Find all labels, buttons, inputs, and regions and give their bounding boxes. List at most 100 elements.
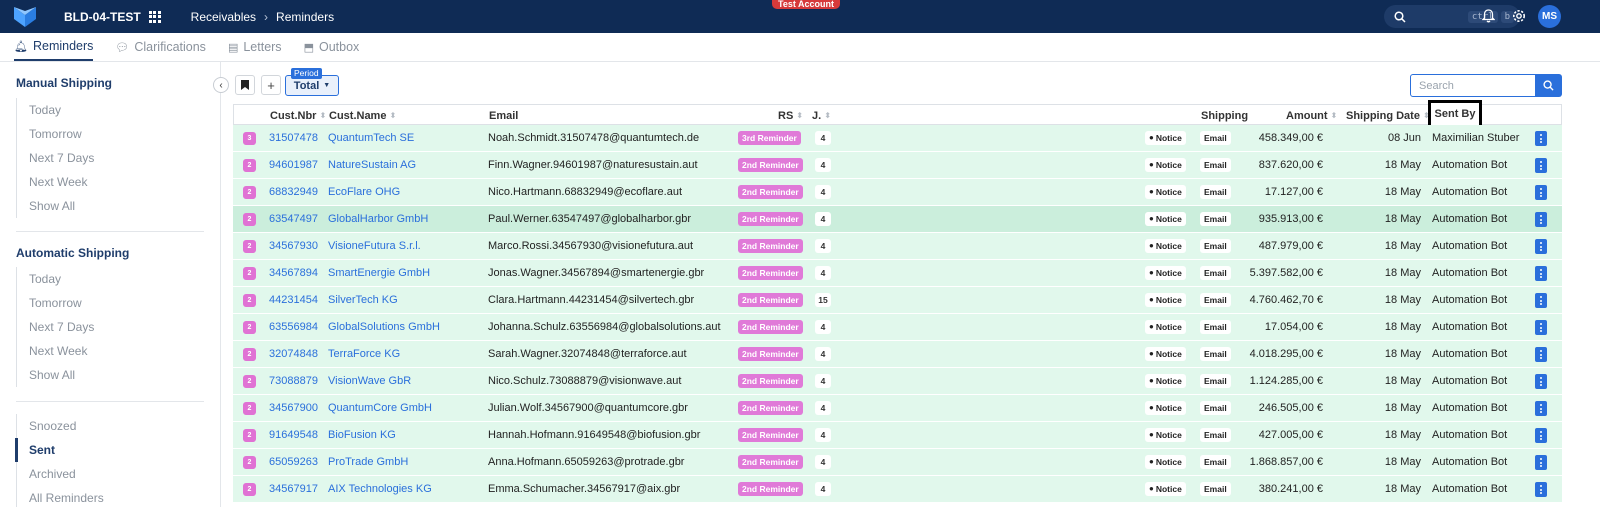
more-options-button[interactable] bbox=[1535, 374, 1547, 389]
cust-nbr-link[interactable]: 34567930 bbox=[269, 233, 318, 259]
apps-grid-icon[interactable] bbox=[148, 10, 161, 23]
sidebar-item-manual-today[interactable]: Today bbox=[17, 98, 94, 122]
table-row[interactable]: 2 34567894 SmartEnergie GmbH Jonas.Wagner.3… bbox=[233, 260, 1562, 287]
tab-clarifications[interactable]: 💬︎ Clarifications bbox=[115, 33, 206, 61]
cust-name-link[interactable]: ProTrade GmbH bbox=[328, 449, 408, 475]
sidebar-item-all-reminders[interactable]: All Reminders bbox=[17, 486, 104, 507]
breadcrumb-reminders[interactable]: Reminders bbox=[276, 10, 334, 24]
sidebar-item-auto-today[interactable]: Today bbox=[17, 267, 94, 291]
more-options-button[interactable] bbox=[1535, 401, 1547, 416]
add-button[interactable]: + bbox=[261, 75, 281, 95]
more-options-button[interactable] bbox=[1535, 212, 1547, 227]
cust-name-link[interactable]: QuantumCore GmbH bbox=[328, 395, 432, 421]
notice-chip[interactable]: ● Notice bbox=[1145, 320, 1186, 334]
sidebar-item-manual-tomorrow[interactable]: Tomorrow bbox=[17, 122, 94, 146]
table-row[interactable]: 2 91649548 BioFusion KG Hannah.Hofmann.9164… bbox=[233, 422, 1562, 449]
table-row[interactable]: 3 31507478 QuantumTech SE Noah.Schmidt.3150… bbox=[233, 125, 1562, 152]
cust-name-link[interactable]: VisionWave GbR bbox=[328, 368, 411, 394]
table-row[interactable]: 2 65059263 ProTrade GmbH Anna.Hofmann.65059… bbox=[233, 449, 1562, 476]
notice-chip[interactable]: ● Notice bbox=[1145, 482, 1186, 496]
table-row[interactable]: 2 73088879 VisionWave GbR Nico.Schulz.73088… bbox=[233, 368, 1562, 395]
cust-nbr-link[interactable]: 44231454 bbox=[269, 287, 318, 313]
cust-nbr-link[interactable]: 31507478 bbox=[269, 125, 318, 151]
notice-chip[interactable]: ● Notice bbox=[1145, 428, 1186, 442]
notice-chip[interactable]: ● Notice bbox=[1145, 347, 1186, 361]
table-row[interactable]: 2 34567900 QuantumCore GmbH Julian.Wolf.345… bbox=[233, 395, 1562, 422]
notice-chip[interactable]: ● Notice bbox=[1145, 212, 1186, 226]
cust-name-link[interactable]: TerraForce KG bbox=[328, 341, 400, 367]
column-cust-name[interactable]: Cust.Name ⬍ bbox=[329, 105, 396, 126]
cust-name-link[interactable]: NatureSustain AG bbox=[328, 152, 416, 178]
column-j[interactable]: J. ⬍ bbox=[812, 105, 831, 126]
column-rs[interactable]: RS ⬍ bbox=[778, 105, 803, 126]
cust-nbr-link[interactable]: 73088879 bbox=[269, 368, 318, 394]
table-row[interactable]: 2 68832949 EcoFlare OHG Nico.Hartmann.68832… bbox=[233, 179, 1562, 206]
column-cust-nbr[interactable]: Cust.Nbr ⬍ bbox=[270, 105, 326, 126]
cust-name-link[interactable]: EcoFlare OHG bbox=[328, 179, 400, 205]
cust-nbr-link[interactable]: 94601987 bbox=[269, 152, 318, 178]
column-shipping-date[interactable]: Shipping Date ⬍ bbox=[1346, 105, 1430, 126]
more-options-button[interactable] bbox=[1535, 266, 1547, 281]
sidebar-item-manual-next-week[interactable]: Next Week bbox=[17, 170, 94, 194]
column-sent-by[interactable]: Sent By bbox=[1428, 100, 1482, 128]
more-options-button[interactable] bbox=[1535, 320, 1547, 335]
notice-chip[interactable]: ● Notice bbox=[1145, 239, 1186, 253]
table-row[interactable]: 2 34567930 VisioneFutura S.r.l. Marco.Rossi… bbox=[233, 233, 1562, 260]
cust-nbr-link[interactable]: 91649548 bbox=[269, 422, 318, 448]
cust-name-link[interactable]: SmartEnergie GmbH bbox=[328, 260, 430, 286]
cust-nbr-link[interactable]: 32074848 bbox=[269, 341, 318, 367]
more-options-button[interactable] bbox=[1535, 185, 1547, 200]
cust-name-link[interactable]: QuantumTech SE bbox=[328, 125, 414, 151]
notice-chip[interactable]: ● Notice bbox=[1145, 293, 1186, 307]
search-button[interactable] bbox=[1535, 74, 1562, 97]
more-options-button[interactable] bbox=[1535, 293, 1547, 308]
table-row[interactable]: 2 34567917 AIX Technologies KG Emma.Schumac… bbox=[233, 476, 1562, 503]
sidebar-item-snoozed[interactable]: Snoozed bbox=[17, 414, 104, 438]
tab-letters[interactable]: ▤ Letters bbox=[228, 33, 282, 61]
table-row[interactable]: 2 44231454 SilverTech KG Clara.Hartmann.442… bbox=[233, 287, 1562, 314]
table-row[interactable]: 2 94601987 NatureSustain AG Finn.Wagner.946… bbox=[233, 152, 1562, 179]
tab-outbox[interactable]: ⬒ Outbox bbox=[304, 33, 360, 61]
sidebar-item-archived[interactable]: Archived bbox=[17, 462, 104, 486]
cust-name-link[interactable]: BioFusion KG bbox=[328, 422, 396, 448]
more-options-button[interactable] bbox=[1535, 347, 1547, 362]
notice-chip[interactable]: ● Notice bbox=[1145, 158, 1186, 172]
more-options-button[interactable] bbox=[1535, 158, 1547, 173]
notice-chip[interactable]: ● Notice bbox=[1145, 266, 1186, 280]
cust-nbr-link[interactable]: 34567917 bbox=[269, 476, 318, 502]
sidebar-item-manual-show-all[interactable]: Show All bbox=[17, 194, 94, 218]
notice-chip[interactable]: ● Notice bbox=[1145, 131, 1186, 145]
notice-chip[interactable]: ● Notice bbox=[1145, 455, 1186, 469]
sidebar-item-sent[interactable]: Sent bbox=[15, 438, 104, 462]
cust-name-link[interactable]: VisioneFutura S.r.l. bbox=[328, 233, 421, 259]
more-options-button[interactable] bbox=[1535, 482, 1547, 497]
notice-chip[interactable]: ● Notice bbox=[1145, 185, 1186, 199]
notice-chip[interactable]: ● Notice bbox=[1145, 374, 1186, 388]
sidebar-item-auto-show-all[interactable]: Show All bbox=[17, 363, 94, 387]
notice-chip[interactable]: ● Notice bbox=[1145, 401, 1186, 415]
breadcrumb-receivables[interactable]: Receivables bbox=[191, 10, 256, 24]
cust-name-link[interactable]: SilverTech KG bbox=[328, 287, 398, 313]
user-avatar[interactable]: MS bbox=[1538, 5, 1561, 28]
column-amount[interactable]: Amount ⬍ bbox=[1286, 105, 1337, 126]
cust-nbr-link[interactable]: 63556984 bbox=[269, 314, 318, 340]
collapse-sidebar-button[interactable]: ‹ bbox=[213, 77, 229, 93]
cust-nbr-link[interactable]: 68832949 bbox=[269, 179, 318, 205]
sidebar-item-auto-next-week[interactable]: Next Week bbox=[17, 339, 94, 363]
settings-gear-icon[interactable] bbox=[1511, 8, 1527, 24]
sidebar-item-auto-tomorrow[interactable]: Tomorrow bbox=[17, 291, 94, 315]
sidebar-item-auto-next-7-days[interactable]: Next 7 Days bbox=[17, 315, 94, 339]
table-row[interactable]: 2 32074848 TerraForce KG Sarah.Wagner.32074… bbox=[233, 341, 1562, 368]
table-row[interactable]: 2 63556984 GlobalSolutions GmbH Johanna.Sch… bbox=[233, 314, 1562, 341]
sidebar-item-manual-next-7-days[interactable]: Next 7 Days bbox=[17, 146, 94, 170]
more-options-button[interactable] bbox=[1535, 239, 1547, 254]
more-options-button[interactable] bbox=[1535, 455, 1547, 470]
search-input[interactable] bbox=[1410, 74, 1536, 97]
notifications-bell-icon[interactable] bbox=[1480, 8, 1496, 24]
bookmark-button[interactable] bbox=[235, 75, 255, 95]
more-options-button[interactable] bbox=[1535, 131, 1547, 146]
environment-switcher[interactable]: BLD-04-TEST bbox=[64, 10, 161, 24]
cust-nbr-link[interactable]: 34567894 bbox=[269, 260, 318, 286]
cust-nbr-link[interactable]: 63547497 bbox=[269, 206, 318, 232]
tab-reminders[interactable]: 🔔︎ Reminders bbox=[14, 33, 94, 61]
